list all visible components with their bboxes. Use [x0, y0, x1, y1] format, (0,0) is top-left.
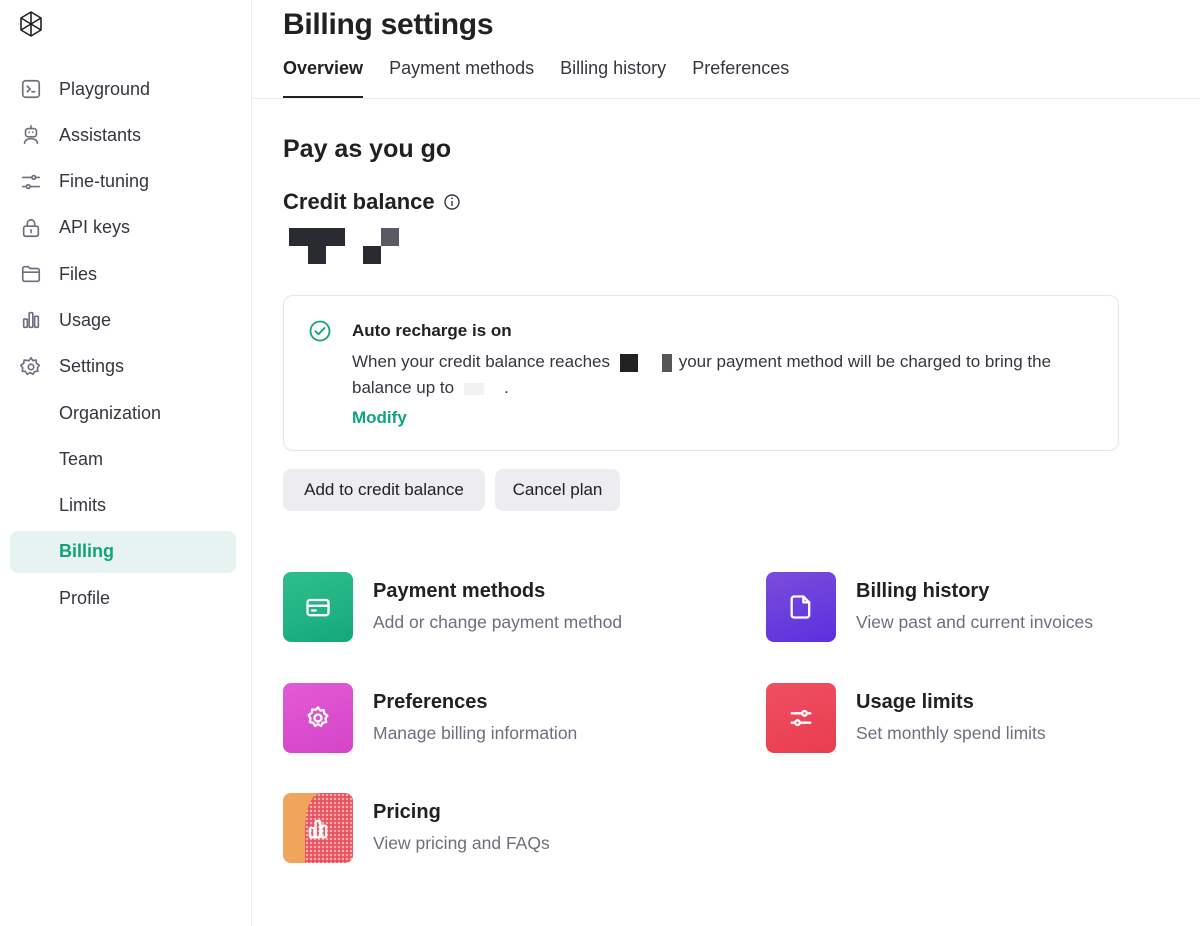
tab-payment-methods[interactable]: Payment methods [389, 58, 534, 98]
sidebar-item-profile[interactable]: Profile [10, 577, 236, 619]
auto-recharge-description: When your credit balance reaches your pa… [352, 349, 1102, 401]
section-title: Pay as you go [283, 135, 452, 163]
auto-recharge-title: Auto recharge is on [352, 321, 512, 340]
redacted-threshold-tail [661, 353, 672, 372]
sidebar-item-files[interactable]: Files [10, 253, 236, 295]
auto-recharge-card: Auto recharge is on When your credit bal… [283, 295, 1119, 451]
check-circle-icon [309, 320, 331, 342]
tile-title[interactable]: Preferences [373, 691, 577, 714]
tile-title[interactable]: Billing history [856, 580, 1093, 603]
page-title: Billing settings [283, 8, 494, 41]
tab-billing-history[interactable]: Billing history [560, 58, 666, 98]
sidebar-item-label: Profile [59, 587, 111, 608]
app-root: Playground Assistants Fine-tuning API ke… [0, 0, 1200, 926]
sidebar-item-label: API keys [59, 217, 131, 238]
sidebar-item-billing[interactable]: Billing [10, 530, 236, 573]
sidebar-item-api-keys[interactable]: API keys [10, 207, 236, 249]
add-to-credit-balance-button[interactable]: Add to credit balance [283, 469, 485, 511]
page-header: Billing settings Overview Payment method… [252, 0, 1200, 99]
bar-chart-icon [283, 793, 353, 863]
tile-description: Set monthly spend limits [856, 723, 1046, 743]
sidebar-item-label: Organization [59, 402, 162, 423]
bar-chart-icon [19, 308, 43, 332]
sidebar-item-label: Settings [59, 356, 125, 377]
cancel-plan-button[interactable]: Cancel plan [495, 469, 620, 511]
redacted-target-amount [464, 382, 485, 395]
tile-preferences[interactable]: Preferences Manage billing information [283, 683, 577, 753]
tab-bar: Overview Payment methods Billing history… [283, 58, 815, 98]
sidebar-item-organization[interactable]: Organization [10, 392, 236, 434]
robot-icon [19, 123, 43, 147]
sidebar-item-label: Assistants [59, 124, 142, 145]
info-icon[interactable] [443, 193, 461, 211]
tile-description: Add or change payment method [373, 612, 623, 632]
sidebar-item-settings[interactable]: Settings [10, 346, 236, 388]
tile-pricing[interactable]: Pricing View pricing and FAQs [283, 793, 550, 863]
sidebar-item-label: Limits [59, 495, 107, 516]
tile-text: Usage limits Set monthly spend limits [856, 683, 1046, 753]
tile-description: View pricing and FAQs [373, 833, 550, 853]
lock-icon [19, 216, 43, 240]
sidebar-item-label: Team [59, 448, 104, 469]
tile-payment-methods[interactable]: Payment methods Add or change payment me… [283, 572, 622, 642]
redacted-threshold [619, 353, 638, 372]
tile-title[interactable]: Usage limits [856, 691, 1046, 714]
openai-logo-icon[interactable] [15, 8, 47, 40]
tile-description: View past and current invoices [856, 612, 1094, 632]
sidebar-item-team[interactable]: Team [10, 438, 236, 480]
tile-billing-history[interactable]: Billing history View past and current in… [766, 572, 1093, 642]
credit-balance-label: Credit balance [283, 189, 435, 214]
credit-balance-heading: Credit balance [283, 189, 461, 215]
modify-link[interactable]: Modify [352, 408, 407, 428]
sidebar: Playground Assistants Fine-tuning API ke… [0, 0, 252, 926]
tile-title[interactable]: Pricing [373, 801, 550, 824]
document-icon [766, 572, 836, 642]
recharge-text-before: When your credit balance reaches [352, 352, 610, 371]
sliders-icon [19, 170, 43, 194]
tile-title[interactable]: Payment methods [373, 580, 622, 603]
sidebar-item-label: Usage [59, 309, 112, 330]
gear-icon [19, 355, 43, 379]
tab-preferences[interactable]: Preferences [692, 58, 789, 98]
sidebar-nav: Playground Assistants Fine-tuning API ke… [10, 68, 236, 624]
tile-text: Preferences Manage billing information [373, 683, 577, 753]
sidebar-item-label: Billing [59, 541, 114, 562]
tile-usage-limits[interactable]: Usage limits Set monthly spend limits [766, 683, 1046, 753]
terminal-icon [19, 77, 43, 101]
sidebar-item-label: Fine-tuning [59, 171, 150, 192]
tile-text: Payment methods Add or change payment me… [373, 572, 622, 642]
sliders-icon [766, 683, 836, 753]
sidebar-item-usage[interactable]: Usage [10, 299, 236, 341]
tile-description: Manage billing information [373, 723, 578, 743]
tab-overview[interactable]: Overview [283, 58, 364, 98]
sidebar-item-assistants[interactable]: Assistants [10, 114, 236, 156]
sidebar-item-fine-tuning[interactable]: Fine-tuning [10, 161, 236, 203]
sidebar-item-limits[interactable]: Limits [10, 485, 236, 527]
credit-balance-redacted [289, 228, 399, 264]
sidebar-item-label: Playground [59, 78, 151, 99]
sidebar-item-playground[interactable]: Playground [10, 68, 236, 110]
gear-icon [283, 683, 353, 753]
tile-text: Pricing View pricing and FAQs [373, 793, 550, 863]
folder-icon [19, 262, 43, 286]
recharge-text-end: . [504, 378, 509, 397]
credit-card-icon [283, 572, 353, 642]
tile-text: Billing history View past and current in… [856, 572, 1093, 642]
sidebar-item-label: Files [59, 263, 98, 284]
